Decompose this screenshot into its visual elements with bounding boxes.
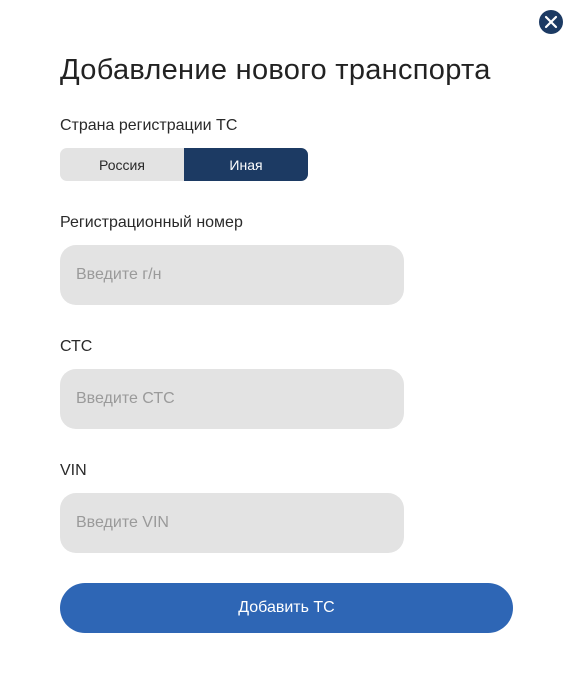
sts-label: СТС [60, 338, 93, 355]
country-option-other[interactable]: Иная [184, 148, 308, 181]
vin-input[interactable] [60, 493, 404, 553]
close-button[interactable] [539, 10, 563, 34]
vin-label: VIN [60, 462, 87, 479]
reg-number-input[interactable] [60, 245, 404, 305]
add-vehicle-modal: Добавление нового транспорта Страна реги… [0, 0, 573, 693]
close-icon [544, 15, 558, 29]
modal-title: Добавление нового транспорта [60, 54, 491, 86]
country-label: Страна регистрации ТС [60, 117, 238, 134]
country-segmented-control: Россия Иная [60, 148, 308, 181]
reg-number-label: Регистрационный номер [60, 214, 243, 231]
add-vehicle-button[interactable]: Добавить ТС [60, 583, 513, 633]
country-option-russia[interactable]: Россия [60, 148, 184, 181]
sts-input[interactable] [60, 369, 404, 429]
